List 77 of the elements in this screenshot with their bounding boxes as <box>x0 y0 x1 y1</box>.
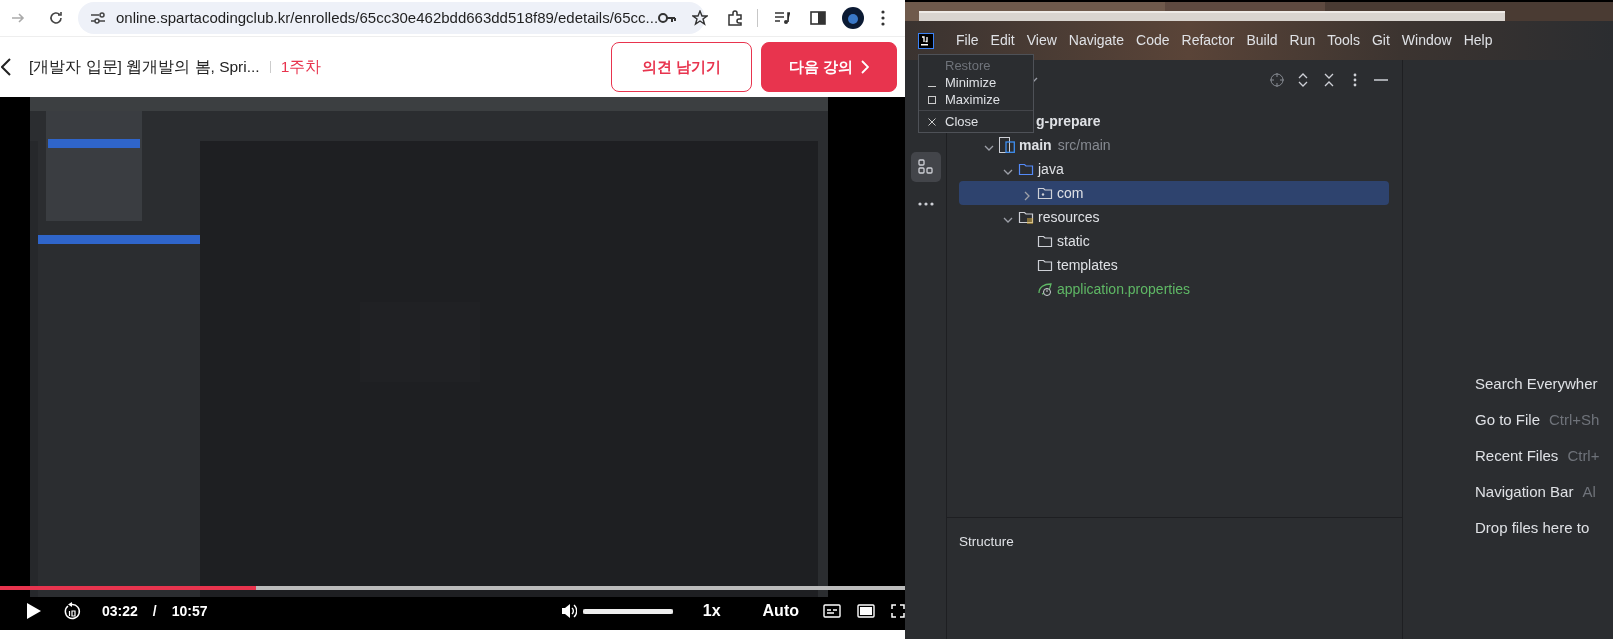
folder-icon <box>1037 185 1053 201</box>
logo-icon[interactable] <box>918 32 934 49</box>
menu-item[interactable]: Refactor <box>1181 30 1235 51</box>
shortcut-text: Ctrl+Sh <box>1549 410 1600 430</box>
menu-item[interactable]: Close <box>919 113 1033 130</box>
shortcut-text: Al <box>1582 482 1596 502</box>
reload-icon[interactable] <box>48 10 64 26</box>
more-icon[interactable] <box>881 10 885 26</box>
tree-item[interactable]: static <box>959 229 1389 253</box>
volume-icon[interactable] <box>560 603 577 619</box>
menu-item[interactable]: Tools <box>1327 30 1360 51</box>
action-label: Search Everywher <box>1475 374 1598 394</box>
folder-icon <box>1018 161 1034 177</box>
week-label: 1주차 <box>280 57 322 78</box>
url-text: online.spartacodingclub.kr/enrolleds/65cc30e462bdd663dd518f89/edetails/65cc... <box>116 7 659 28</box>
tree-item[interactable]: java <box>959 157 1389 181</box>
action-label: Recent Files <box>1475 446 1559 466</box>
current-time: 03:22 <box>102 601 138 621</box>
quality-button[interactable]: Auto <box>762 599 799 623</box>
address-bar[interactable]: online.spartacodingclub.kr/enrolleds/65cc30e462bdd663dd518f89/edetails/65cc... <box>78 2 705 34</box>
menu-item: Restore <box>944 57 992 74</box>
menu-item[interactable]: Navigate <box>1068 30 1125 51</box>
speed-button[interactable]: 1x <box>702 599 721 623</box>
fullscreen-icon[interactable] <box>891 604 905 618</box>
media-icon[interactable] <box>774 11 790 25</box>
menu-item[interactable]: File <box>956 30 979 51</box>
key-icon[interactable] <box>658 12 677 24</box>
locate-icon[interactable] <box>1270 73 1284 87</box>
replay-ten-icon[interactable] <box>63 601 81 621</box>
next-lecture-button[interactable]: 다음 강의 <box>761 42 897 92</box>
action-label: Drop files here to <box>1475 518 1590 538</box>
panel-title: Structure <box>959 533 1015 551</box>
tree-item[interactable]: application.properties <box>959 277 1389 301</box>
module-icon <box>999 137 1015 153</box>
tree-item[interactable]: com <box>959 181 1389 205</box>
action-label: Navigation Bar <box>1475 482 1574 502</box>
duration: 10:57 <box>171 601 208 621</box>
menu-item[interactable]: Minimize <box>919 74 1033 91</box>
progress-track[interactable] <box>0 586 905 590</box>
star-icon[interactable] <box>692 10 709 26</box>
shortcut-text: Ctrl+ <box>1567 446 1600 466</box>
subtitles-icon[interactable] <box>823 604 841 618</box>
menu-item[interactable]: Maximize <box>919 91 1033 108</box>
close-icon <box>928 117 936 126</box>
chevron-right-icon <box>861 60 870 74</box>
menu-item[interactable]: Code <box>1136 30 1170 51</box>
feedback-button[interactable]: 의견 남기기 <box>611 42 752 92</box>
folder-icon <box>1037 257 1053 273</box>
puzzle-icon[interactable] <box>727 10 743 26</box>
menu-item[interactable]: View <box>1026 30 1057 51</box>
tree-item[interactable]: templates <box>959 253 1389 277</box>
tree-item[interactable]: resources <box>959 205 1389 229</box>
menu-item[interactable]: Edit <box>990 30 1015 51</box>
more-icon[interactable] <box>917 202 934 206</box>
folder-icon <box>1037 233 1053 249</box>
play-icon[interactable] <box>26 602 42 620</box>
tune-icon[interactable] <box>90 11 106 25</box>
back-icon[interactable] <box>1 58 11 76</box>
collapse-icon[interactable] <box>1322 73 1336 87</box>
course-title: [개발자 입문] 웹개발의 봄, Spri... <box>29 57 260 78</box>
menu-item[interactable]: Build <box>1246 30 1278 51</box>
avatar-icon[interactable] <box>842 7 864 29</box>
time-separator: / <box>152 601 157 621</box>
menu-item[interactable]: Run <box>1289 30 1316 51</box>
leaf-icon <box>1037 281 1053 297</box>
maximize-icon <box>928 95 936 104</box>
minimize-icon <box>928 85 936 87</box>
menu-item[interactable]: Git <box>1371 30 1390 51</box>
theater-icon[interactable] <box>857 604 875 618</box>
structure-tool-icon[interactable] <box>910 152 941 182</box>
folder-icon <box>1018 209 1034 225</box>
tree-item[interactable]: main src/main <box>959 133 1389 157</box>
menu-item[interactable]: Window <box>1401 30 1452 51</box>
action-label: Go to File <box>1475 410 1541 430</box>
expand-icon[interactable] <box>1296 73 1310 87</box>
side-panel-icon[interactable] <box>810 10 826 26</box>
menu-item[interactable]: Help <box>1463 30 1493 51</box>
